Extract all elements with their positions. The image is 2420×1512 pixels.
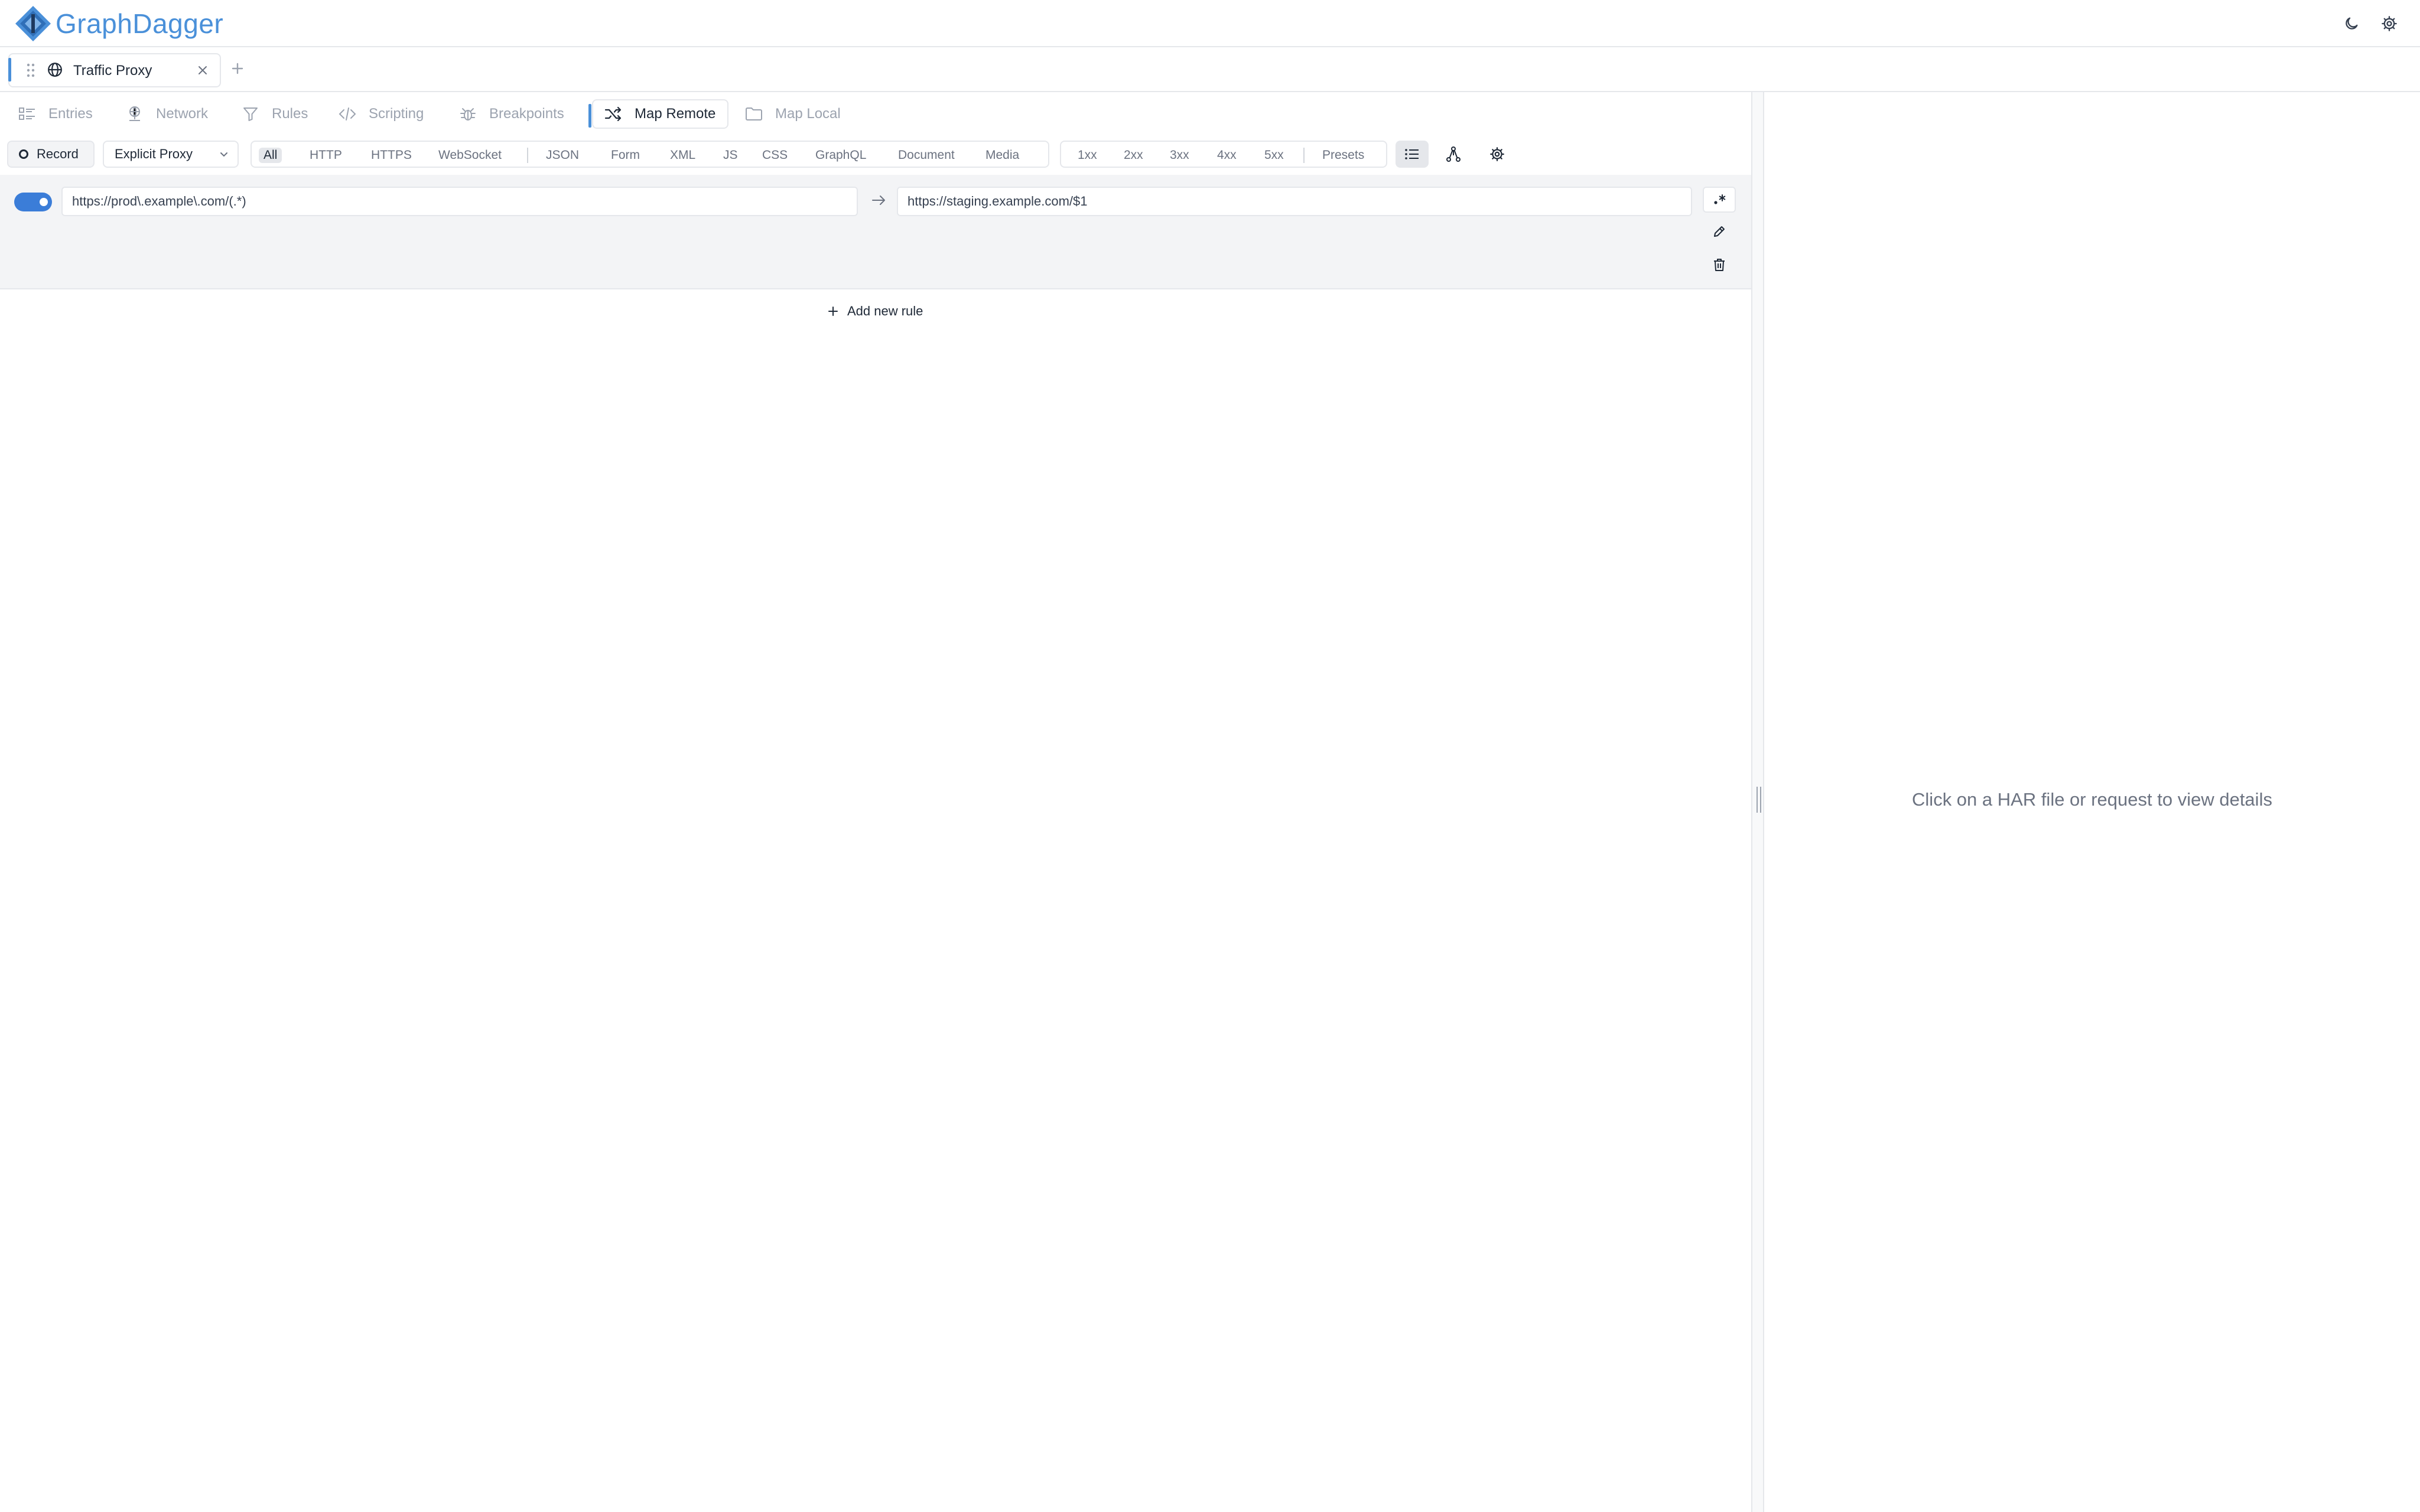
tab-map-local-label: Map Local bbox=[775, 106, 841, 122]
entries-icon bbox=[18, 105, 37, 123]
filter-graphql[interactable]: GraphQL bbox=[811, 148, 871, 163]
filter-2xx[interactable]: 2xx bbox=[1119, 148, 1148, 163]
filter-presets[interactable]: Presets bbox=[1318, 148, 1369, 163]
record-button[interactable]: Record bbox=[7, 141, 95, 168]
regex-icon bbox=[1714, 194, 1726, 204]
record-icon bbox=[19, 149, 28, 159]
tab-scripting-label: Scripting bbox=[369, 106, 424, 122]
filter-3xx[interactable]: 3xx bbox=[1165, 148, 1194, 163]
tool-tab-bar: Entries Network Rules Scripting Breakpoi… bbox=[0, 92, 1751, 135]
session-tab-strip: Traffic Proxy bbox=[0, 47, 2420, 92]
details-empty-message: Click on a HAR file or request to view d… bbox=[1912, 789, 2272, 810]
filter-css[interactable]: CSS bbox=[757, 148, 792, 163]
logo-icon bbox=[15, 6, 51, 41]
status-filter-group: 1xx 2xx 3xx 4xx 5xx Presets bbox=[1060, 141, 1387, 168]
tab-breakpoints-label: Breakpoints bbox=[489, 106, 564, 122]
tab-entries-label: Entries bbox=[48, 106, 93, 122]
code-icon bbox=[338, 105, 357, 123]
type-filter-group: All HTTP HTTPS WebSocket JSON Form XML J… bbox=[251, 141, 1049, 168]
plus-icon bbox=[828, 307, 838, 316]
gear-icon[interactable] bbox=[2379, 13, 2400, 34]
filter-document[interactable]: Document bbox=[893, 148, 959, 163]
grip-icon bbox=[1757, 787, 1761, 813]
filter-4xx[interactable]: 4xx bbox=[1212, 148, 1241, 163]
folder-icon bbox=[744, 105, 763, 123]
filter-5xx[interactable]: 5xx bbox=[1260, 148, 1289, 163]
tab-map-remote-label: Map Remote bbox=[635, 106, 716, 122]
tab-map-remote[interactable]: Map Remote bbox=[588, 99, 729, 129]
tab-rules-label: Rules bbox=[272, 106, 308, 122]
tab-network-label: Network bbox=[156, 106, 209, 122]
details-panel: Click on a HAR file or request to view d… bbox=[1764, 92, 2420, 1512]
filter-json[interactable]: JSON bbox=[541, 148, 584, 163]
filter-toolbar: Record Explicit Proxy All HTTP HTTPS Web… bbox=[0, 135, 1751, 176]
drag-handle-icon[interactable] bbox=[26, 63, 35, 78]
bug-icon bbox=[458, 105, 477, 123]
filter-settings-button[interactable] bbox=[1481, 141, 1514, 168]
map-remote-rule-row bbox=[0, 175, 1751, 289]
pane-resize-handle[interactable] bbox=[1751, 92, 1764, 1512]
filter-all[interactable]: All bbox=[259, 148, 282, 163]
separator bbox=[1303, 148, 1305, 163]
filter-media[interactable]: Media bbox=[981, 148, 1024, 163]
tab-scripting[interactable]: Scripting bbox=[338, 99, 424, 129]
app-header: GraphDagger bbox=[0, 0, 2420, 47]
chevron-down-icon bbox=[220, 152, 227, 157]
list-view-button[interactable] bbox=[1396, 141, 1429, 168]
filter-icon bbox=[241, 105, 260, 123]
list-icon bbox=[1405, 149, 1419, 159]
proxy-mode-select[interactable]: Explicit Proxy bbox=[103, 141, 239, 168]
filter-xml[interactable]: XML bbox=[665, 148, 700, 163]
rule-delete-button[interactable] bbox=[1703, 252, 1736, 278]
proxy-mode-value: Explicit Proxy bbox=[115, 146, 193, 161]
arrow-right-icon bbox=[872, 195, 885, 205]
waterfall-view-button[interactable] bbox=[1437, 141, 1470, 168]
globe-icon bbox=[48, 63, 62, 77]
filter-https[interactable]: HTTPS bbox=[366, 148, 417, 163]
main-pane: Entries Network Rules Scripting Breakpoi… bbox=[0, 92, 1751, 1512]
edit-pen-icon bbox=[1714, 226, 1725, 237]
tab-rules[interactable]: Rules bbox=[241, 99, 308, 129]
rule-to-input[interactable] bbox=[897, 187, 1692, 216]
filter-js[interactable]: JS bbox=[718, 148, 743, 163]
filter-http[interactable]: HTTP bbox=[305, 148, 347, 163]
rule-enabled-toggle[interactable] bbox=[14, 193, 52, 211]
filter-1xx[interactable]: 1xx bbox=[1073, 148, 1102, 163]
session-tab-label: Traffic Proxy bbox=[73, 63, 152, 79]
add-rule-label: Add new rule bbox=[847, 304, 923, 318]
shuffle-icon bbox=[604, 105, 623, 123]
add-rule-button[interactable]: Add new rule bbox=[827, 304, 923, 319]
graph-icon bbox=[1446, 146, 1461, 162]
filter-websocket[interactable]: WebSocket bbox=[434, 148, 506, 163]
record-label: Record bbox=[37, 146, 79, 161]
close-icon[interactable] bbox=[197, 65, 208, 76]
gear-icon bbox=[1490, 147, 1504, 161]
tab-map-local[interactable]: Map Local bbox=[744, 99, 841, 129]
app-logo[interactable]: GraphDagger bbox=[14, 5, 223, 43]
tab-network[interactable]: Network bbox=[125, 99, 208, 129]
trash-icon bbox=[1714, 259, 1725, 271]
brand-name: GraphDagger bbox=[56, 8, 224, 39]
tab-breakpoints[interactable]: Breakpoints bbox=[458, 99, 564, 129]
tab-entries[interactable]: Entries bbox=[18, 99, 93, 129]
add-tab-icon[interactable] bbox=[229, 60, 246, 77]
separator bbox=[527, 148, 528, 163]
moon-icon[interactable] bbox=[2341, 13, 2362, 34]
rule-from-input[interactable] bbox=[61, 187, 858, 216]
session-tab-traffic-proxy[interactable]: Traffic Proxy bbox=[8, 53, 221, 87]
network-icon bbox=[125, 105, 144, 123]
rule-edit-button[interactable] bbox=[1703, 219, 1736, 245]
rule-regex-button[interactable] bbox=[1703, 187, 1736, 213]
filter-form[interactable]: Form bbox=[606, 148, 645, 163]
